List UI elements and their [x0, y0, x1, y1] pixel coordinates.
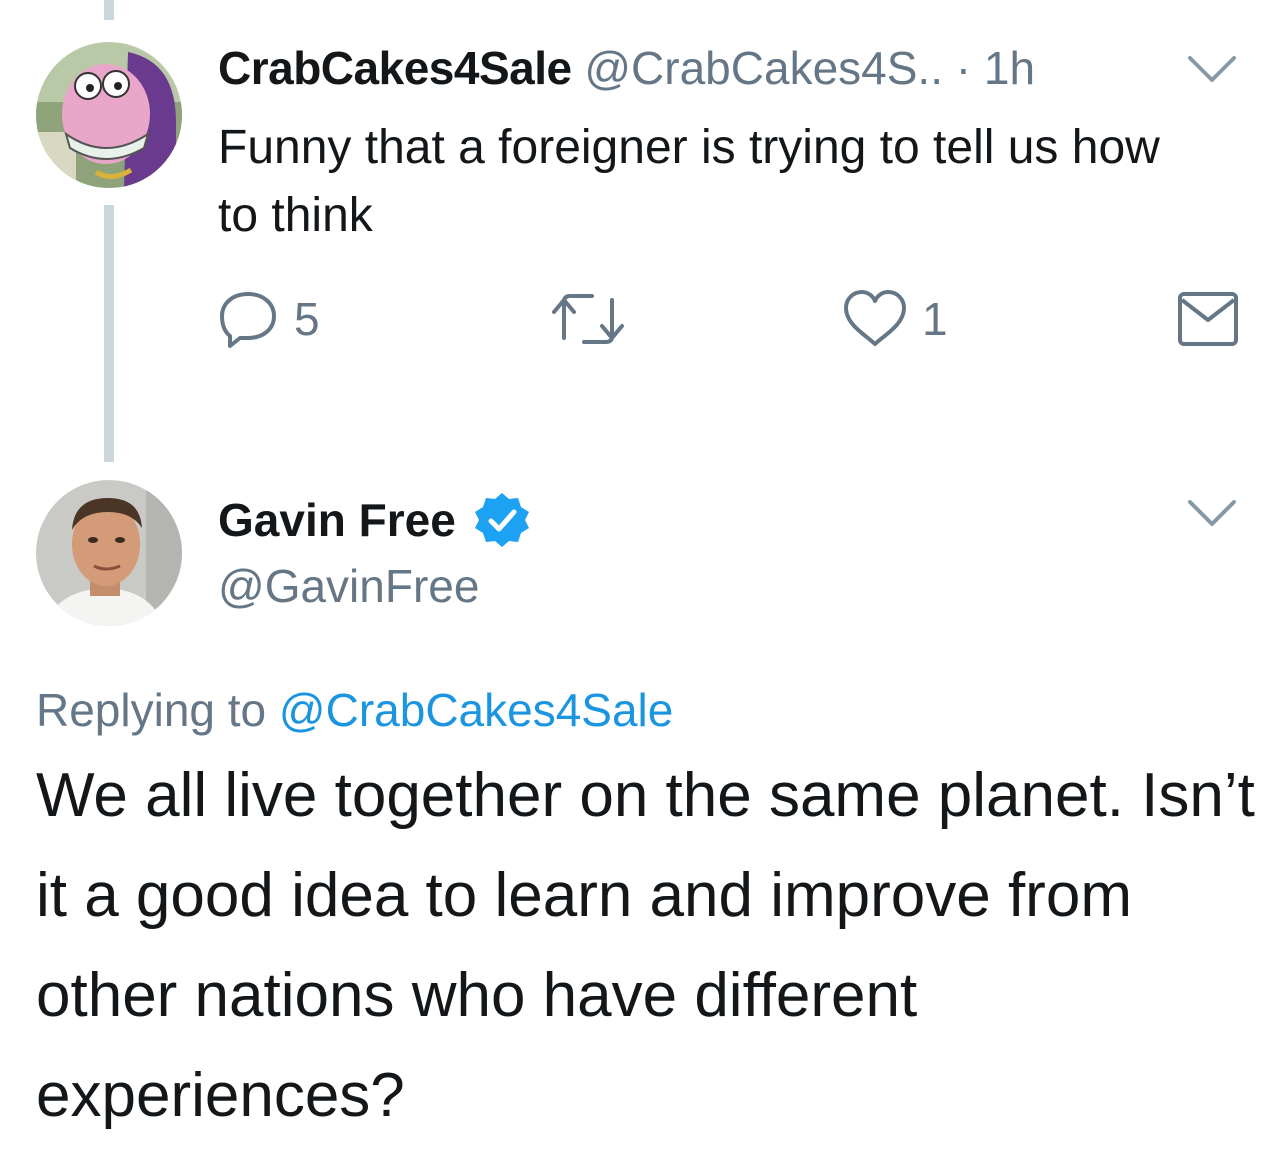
reply-count: 5 [294, 293, 320, 345]
tweet1-text: Funny that a foreigner is trying to tell… [218, 121, 1160, 242]
chevron-down-icon[interactable] [1186, 498, 1238, 528]
tweet1-time[interactable]: 1h [984, 42, 1035, 94]
replying-to-link[interactable]: @CrabCakes4Sale [279, 684, 673, 736]
tweet1-separator: · [955, 42, 972, 94]
like-button[interactable]: 1 [842, 284, 948, 354]
tweet2-handle[interactable]: @GavinFree [218, 558, 479, 614]
tweet2-display-name[interactable]: Gavin Free [218, 492, 456, 548]
retweet-icon [552, 294, 624, 344]
thread-line-top [104, 0, 114, 20]
direct-message-button[interactable] [1176, 284, 1240, 354]
tweet1-handle[interactable]: @CrabCakes4S.. [584, 42, 943, 94]
reply-button[interactable]: 5 [218, 284, 320, 354]
verified-badge-icon [474, 493, 529, 547]
tweet1-header: CrabCakes4Sale @CrabCakes4S.. · 1h [218, 40, 1035, 96]
gavin-avatar[interactable] [36, 480, 182, 626]
tweet2-name-row: Gavin Free [218, 490, 532, 550]
chevron-down-icon[interactable] [1186, 54, 1238, 84]
direct-message-icon [1178, 292, 1238, 346]
like-count: 1 [922, 293, 948, 345]
replying-to-line: Replying to @CrabCakes4Sale [36, 682, 673, 738]
tweet1-display-name[interactable]: CrabCakes4Sale [218, 42, 572, 94]
replying-prefix: Replying to [36, 684, 267, 736]
tweet2-text: We all live together on the same planet.… [36, 761, 1255, 1130]
crabcakes-avatar[interactable] [36, 42, 182, 188]
like-icon [844, 290, 906, 346]
retweet-button[interactable] [548, 284, 642, 354]
thread-line-connector [104, 205, 114, 462]
reply-icon [220, 292, 276, 348]
